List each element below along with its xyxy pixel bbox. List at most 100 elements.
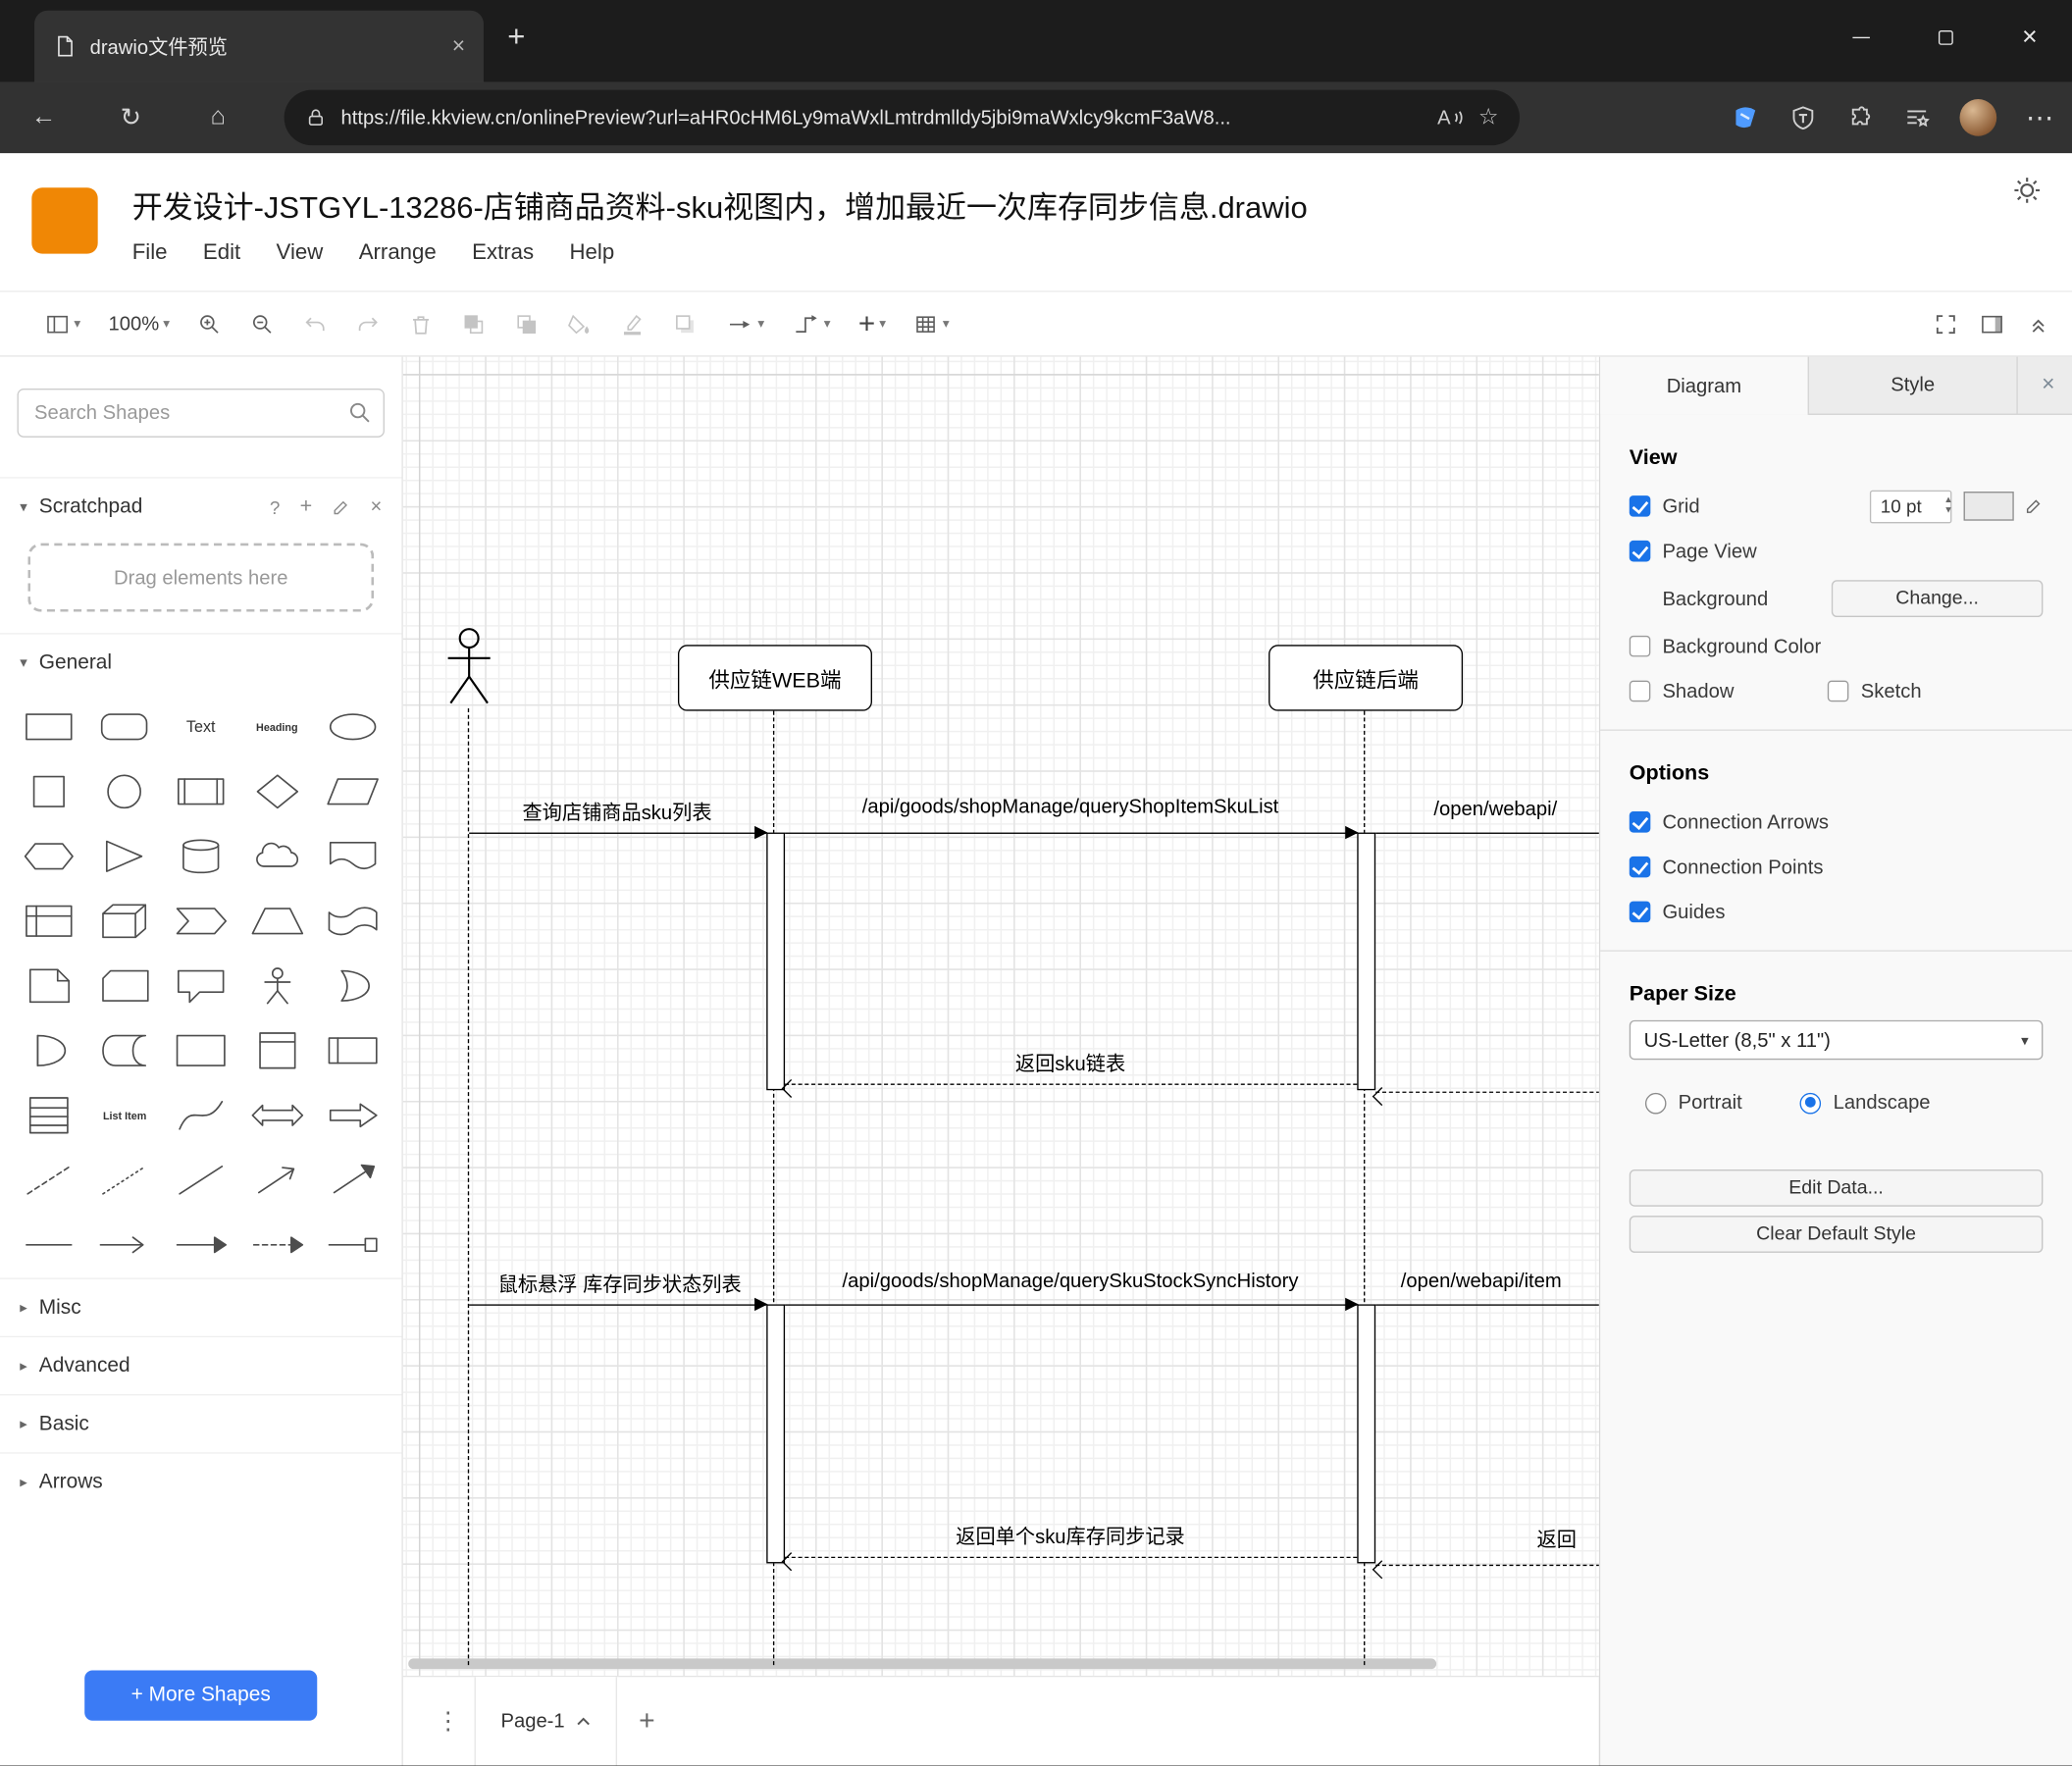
shape-list[interactable] (19, 1093, 79, 1138)
shape-diagonal-arrow[interactable] (246, 1158, 307, 1203)
shape-and[interactable] (19, 1028, 79, 1073)
message-label[interactable]: 查询店铺商品sku列表 (522, 799, 711, 826)
drawing-canvas[interactable]: 供应链WEB端 供应链后端 查询店铺商品sku列表 /api/goods/sho… (402, 356, 1599, 1676)
add-page-button[interactable]: + (639, 1705, 655, 1737)
shape-container[interactable] (171, 1028, 232, 1073)
favorites-hub-icon[interactable] (1903, 104, 1931, 131)
menu-arrange[interactable]: Arrange (359, 240, 437, 266)
shape-list-item[interactable]: List Item (103, 1110, 146, 1121)
back-button[interactable]: ← (0, 103, 87, 132)
tab-diagram[interactable]: Diagram (1600, 356, 1809, 415)
activation-bar[interactable] (766, 832, 786, 1091)
minimize-button[interactable] (1818, 0, 1902, 74)
landscape-radio[interactable] (1800, 1092, 1822, 1114)
message-label[interactable]: /open/webapi/ (1433, 799, 1557, 821)
edit-data-button[interactable]: Edit Data... (1629, 1169, 2044, 1207)
return-label[interactable]: 返回 (1536, 1525, 1576, 1552)
insert-button[interactable]: + ▾ (858, 306, 886, 340)
scratchpad-dropzone[interactable]: Drag elements here (27, 543, 375, 612)
fill-color-button[interactable] (567, 311, 593, 337)
scratchpad-help-icon[interactable]: ? (270, 496, 281, 518)
menu-extras[interactable]: Extras (472, 240, 534, 266)
browser-menu-icon[interactable]: ⋯ (2026, 101, 2053, 134)
search-shapes-input[interactable] (17, 388, 385, 438)
shape-hexagon[interactable] (19, 834, 79, 879)
section-arrows[interactable]: ▸ Arrows (0, 1452, 402, 1510)
shape-line[interactable] (171, 1158, 232, 1203)
format-panel-close-icon[interactable]: × (2042, 371, 2054, 397)
sidebar-copilot-icon[interactable] (1731, 103, 1760, 132)
message-label[interactable]: 鼠标悬浮 库存同步状态列表 (498, 1270, 742, 1297)
shape-bidirectional-arrow[interactable] (246, 1093, 307, 1138)
shape-cube[interactable] (94, 899, 155, 944)
activation-bar[interactable] (766, 1304, 786, 1564)
message-label[interactable]: /api/goods/shopManage/queryShopItemSkuLi… (862, 796, 1279, 818)
connection-arrows-checkbox[interactable] (1629, 811, 1651, 833)
favorite-star-icon[interactable]: ☆ (1478, 104, 1499, 130)
shape-horizontal-container[interactable] (323, 1028, 384, 1073)
extensions-puzzle-icon[interactable] (1846, 104, 1874, 131)
menu-file[interactable]: File (132, 240, 168, 266)
window-close-button[interactable]: × (1988, 0, 2072, 74)
grid-color-edit-icon[interactable] (2025, 496, 2044, 515)
format-panel-toggle-icon[interactable] (1980, 311, 2005, 337)
scratchpad-header[interactable]: ▾ Scratchpad ? + × (0, 477, 402, 535)
paper-size-select[interactable]: US-Letter (8,5" x 11") ▾ (1629, 1019, 2044, 1061)
return-arrow[interactable] (1375, 1091, 1599, 1093)
shape-heading[interactable]: Heading (256, 721, 298, 733)
shape-internal-storage[interactable] (19, 899, 79, 944)
shape-or[interactable] (323, 963, 384, 1009)
read-aloud-icon[interactable]: A (1437, 106, 1464, 129)
shape-document[interactable] (323, 834, 384, 879)
return-arrow[interactable] (785, 1556, 1358, 1559)
home-button[interactable]: ⌂ (175, 103, 262, 132)
shape-arrow[interactable] (323, 1093, 384, 1138)
new-tab-button[interactable]: + (507, 19, 525, 54)
shape-vertical-container[interactable] (246, 1028, 307, 1073)
zoom-out-button[interactable] (250, 311, 276, 337)
maximize-button[interactable] (1903, 0, 1988, 74)
activation-bar[interactable] (1357, 1304, 1376, 1564)
url-text[interactable]: https://file.kkview.cn/onlinePreview?url… (341, 106, 1424, 129)
table-button[interactable]: ▾ (913, 311, 950, 337)
waypoint-style-button[interactable]: ▾ (792, 311, 831, 337)
shape-curve[interactable] (171, 1093, 232, 1138)
scratchpad-add-icon[interactable]: + (300, 494, 313, 518)
to-back-button[interactable] (515, 311, 541, 337)
scratchpad-edit-icon[interactable] (332, 497, 350, 516)
shape-step[interactable] (171, 899, 232, 944)
fullscreen-icon[interactable] (1934, 311, 1959, 337)
shape-note[interactable] (19, 963, 79, 1009)
connection-style-button[interactable]: ▾ (726, 311, 764, 337)
undo-button[interactable] (303, 311, 329, 337)
lifeline-web[interactable]: 供应链WEB端 (677, 645, 872, 711)
portrait-radio[interactable] (1644, 1092, 1667, 1114)
return-label[interactable]: 返回单个sku库存同步记录 (956, 1523, 1184, 1550)
zoom-level-button[interactable]: 100% ▾ (108, 313, 170, 336)
shape-parallelogram[interactable] (323, 769, 384, 814)
tampermonkey-extension-icon[interactable] (1789, 104, 1817, 131)
section-advanced[interactable]: ▸ Advanced (0, 1335, 402, 1394)
shape-square[interactable] (19, 769, 79, 814)
scratchpad-close-icon[interactable]: × (370, 495, 382, 518)
section-general[interactable]: ▾ General (0, 633, 402, 691)
shape-data-storage[interactable] (94, 1028, 155, 1073)
pages-menu-icon[interactable]: ⋮ (422, 1707, 475, 1735)
shape-dashed-arrow[interactable] (246, 1222, 307, 1268)
message-arrow[interactable] (469, 1297, 768, 1311)
return-label[interactable]: 返回sku链表 (1015, 1049, 1125, 1076)
shape-diamond[interactable] (246, 769, 307, 814)
page-view-checkbox[interactable] (1629, 540, 1651, 562)
grid-size-input[interactable] (1870, 490, 1952, 523)
view-options-button[interactable]: ▾ (45, 311, 80, 337)
shape-text[interactable]: Text (186, 717, 216, 736)
tab-style[interactable]: Style (1809, 356, 2018, 414)
shape-cloud[interactable] (246, 834, 307, 879)
message-arrow[interactable] (785, 825, 1359, 839)
horizontal-scrollbar[interactable] (408, 1658, 1437, 1670)
profile-avatar[interactable] (1959, 99, 1997, 136)
to-front-button[interactable] (462, 311, 488, 337)
shape-rectangle[interactable] (19, 704, 79, 750)
sketch-checkbox[interactable] (1828, 680, 1849, 702)
connection-points-checkbox[interactable] (1629, 856, 1651, 878)
